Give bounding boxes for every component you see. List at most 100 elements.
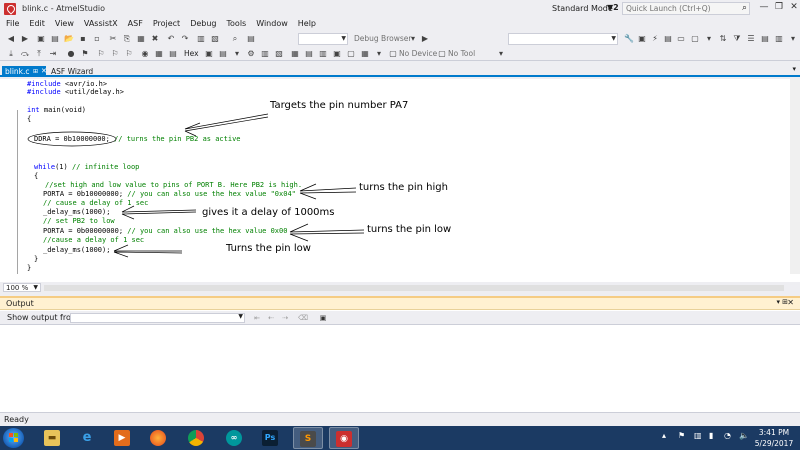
chevron-down-icon[interactable]: ▾	[776, 298, 780, 306]
menu-edit[interactable]: Edit	[24, 19, 50, 28]
step-over-icon[interactable]: ⤼	[20, 49, 30, 59]
prev-bookmark-icon[interactable]: ⚐	[110, 49, 120, 59]
menu-vassistx[interactable]: VAssistX	[79, 19, 123, 28]
chevron-down-icon[interactable]: ▾	[496, 49, 506, 59]
output-source-dropdown[interactable]: ▼	[70, 313, 245, 323]
start-debugging-icon[interactable]: ▶	[420, 34, 430, 44]
disassembly-icon[interactable]: ⚙	[246, 49, 256, 59]
cpu-icon[interactable]: ▥	[260, 49, 270, 59]
prev-message-icon[interactable]: ⇠	[266, 313, 276, 323]
show-hidden-icons-icon[interactable]: ▴	[662, 431, 666, 440]
clear-bookmarks-icon[interactable]: ⚐	[124, 49, 134, 59]
hex-display-toggle[interactable]: Hex	[184, 49, 199, 58]
wifi-icon[interactable]: ◔	[724, 431, 731, 440]
save-all-icon[interactable]: ▫	[92, 34, 102, 44]
new-project-icon[interactable]: ▣	[36, 34, 46, 44]
action-center-icon[interactable]: ▥	[694, 431, 702, 440]
next-message-icon[interactable]: ⇢	[280, 313, 290, 323]
device-programming-icon[interactable]: ⚡	[650, 34, 660, 44]
io-view-icon[interactable]: ▤	[218, 49, 228, 59]
uncomment-icon[interactable]: ▥	[774, 34, 784, 44]
find-message-icon[interactable]: ⇤	[252, 313, 262, 323]
editor-horizontal-scrollbar[interactable]	[44, 285, 784, 291]
delete-icon[interactable]: ✖	[150, 34, 160, 44]
undo-icon[interactable]: ↶	[166, 34, 176, 44]
redo-icon[interactable]: ↷	[180, 34, 190, 44]
panel-icon[interactable]: ▣	[332, 49, 342, 59]
no-tool-label[interactable]: No Tool	[448, 49, 475, 58]
view-icon[interactable]: ▢	[346, 49, 356, 59]
registers-icon[interactable]: ▤	[168, 49, 178, 59]
device-icon[interactable]: ▢	[388, 49, 398, 59]
solution-configuration-dropdown[interactable]: ▼	[298, 33, 348, 45]
sublime-text-icon[interactable]: S	[293, 427, 323, 449]
open-file-icon[interactable]: 📂	[64, 34, 74, 44]
tool-icon[interactable]: ▢	[437, 49, 447, 59]
processor-icon[interactable]: ▣	[204, 49, 214, 59]
quick-launch-input[interactable]: Quick Launch (Ctrl+Q) ⌕	[622, 2, 750, 15]
layout-icon[interactable]: ▥	[318, 49, 328, 59]
tab-asf-wizard[interactable]: ASF Wizard	[48, 66, 94, 77]
tab-blink-c[interactable]: blink.c ⊞ ✕	[2, 66, 47, 77]
minimize-button[interactable]: —	[756, 0, 772, 15]
grid-icon[interactable]: ▦	[290, 49, 300, 59]
media-player-icon[interactable]: ▶	[107, 427, 137, 449]
run-to-cursor-icon[interactable]: ⇥	[48, 49, 58, 59]
properties-icon[interactable]: ▤	[663, 34, 673, 44]
layout-mode-label[interactable]: Standard Mode	[552, 4, 613, 13]
chevron-down-icon[interactable]: ▾	[374, 49, 384, 59]
menu-file[interactable]: File	[0, 19, 24, 28]
debug-browser-label[interactable]: Debug Browser	[354, 34, 411, 43]
close-tab-icon[interactable]: ✕	[41, 66, 47, 77]
menu-tools[interactable]: Tools	[222, 19, 252, 28]
start-button[interactable]	[3, 428, 24, 448]
step-into-icon[interactable]: ⤓	[6, 49, 16, 59]
photoshop-icon[interactable]: Ps	[255, 427, 285, 449]
bookmark-icon[interactable]: ⚑	[80, 49, 90, 59]
chip-icon[interactable]: ▣	[637, 34, 647, 44]
forward-icon[interactable]: ▶	[20, 34, 30, 44]
split-icon[interactable]: ▦	[360, 49, 370, 59]
table-icon[interactable]: ▤	[304, 49, 314, 59]
code-editor[interactable]: #include <avr/io.h> #include <util/delay…	[0, 79, 800, 282]
step-out-icon[interactable]: ⤒	[34, 49, 44, 59]
close-output-icon[interactable]: ✕	[787, 298, 794, 307]
notification-filter-icon[interactable]: ▼2	[607, 3, 619, 12]
back-icon[interactable]: ◀	[6, 34, 16, 44]
chrome-icon[interactable]	[181, 427, 211, 449]
pin-icon[interactable]: ⊞	[33, 66, 38, 77]
tab-list-dropdown-icon[interactable]: ▾	[792, 65, 796, 73]
menu-asf[interactable]: ASF	[123, 19, 148, 28]
wrench-icon[interactable]: 🔧	[624, 34, 634, 44]
find-combo[interactable]: ▼	[508, 33, 618, 45]
toggle-icon[interactable]: ▧	[274, 49, 284, 59]
chevron-down-icon[interactable]: ▾	[704, 34, 714, 44]
network-flag-icon[interactable]: ⚑	[678, 431, 685, 440]
build-icon[interactable]: ▥	[196, 34, 206, 44]
file-explorer-icon[interactable]: ▬	[37, 427, 67, 449]
volume-icon[interactable]: 🔈	[739, 431, 749, 440]
menu-help[interactable]: Help	[293, 19, 321, 28]
zoom-dropdown[interactable]: 100 % ▼	[3, 283, 41, 292]
firefox-icon[interactable]	[143, 427, 173, 449]
cut-icon[interactable]: ✂	[108, 34, 118, 44]
word-wrap-icon[interactable]: ▣	[318, 313, 328, 323]
comment-icon[interactable]: ▤	[760, 34, 770, 44]
window-icon[interactable]: ▢	[690, 34, 700, 44]
internet-explorer-icon[interactable]: e	[72, 427, 102, 449]
menu-view[interactable]: View	[50, 19, 79, 28]
list-icon[interactable]: ☰	[746, 34, 756, 44]
rebuild-icon[interactable]: ▧	[210, 34, 220, 44]
solution-config-icon[interactable]: ▤	[246, 34, 256, 44]
sort-icon[interactable]: ⇅	[718, 34, 728, 44]
find-icon[interactable]: ⌕	[230, 34, 240, 44]
watch-icon[interactable]: ◉	[140, 49, 150, 59]
menu-debug[interactable]: Debug	[185, 19, 221, 28]
close-window-button[interactable]: ✕	[786, 0, 800, 15]
search-icon[interactable]: ⌕	[742, 3, 747, 13]
chevron-down-icon[interactable]: ▾	[232, 49, 242, 59]
battery-icon[interactable]: ▮	[709, 431, 713, 440]
memory-icon[interactable]: ▦	[154, 49, 164, 59]
no-device-label[interactable]: No Device	[399, 49, 437, 58]
paste-icon[interactable]: ▦	[136, 34, 146, 44]
